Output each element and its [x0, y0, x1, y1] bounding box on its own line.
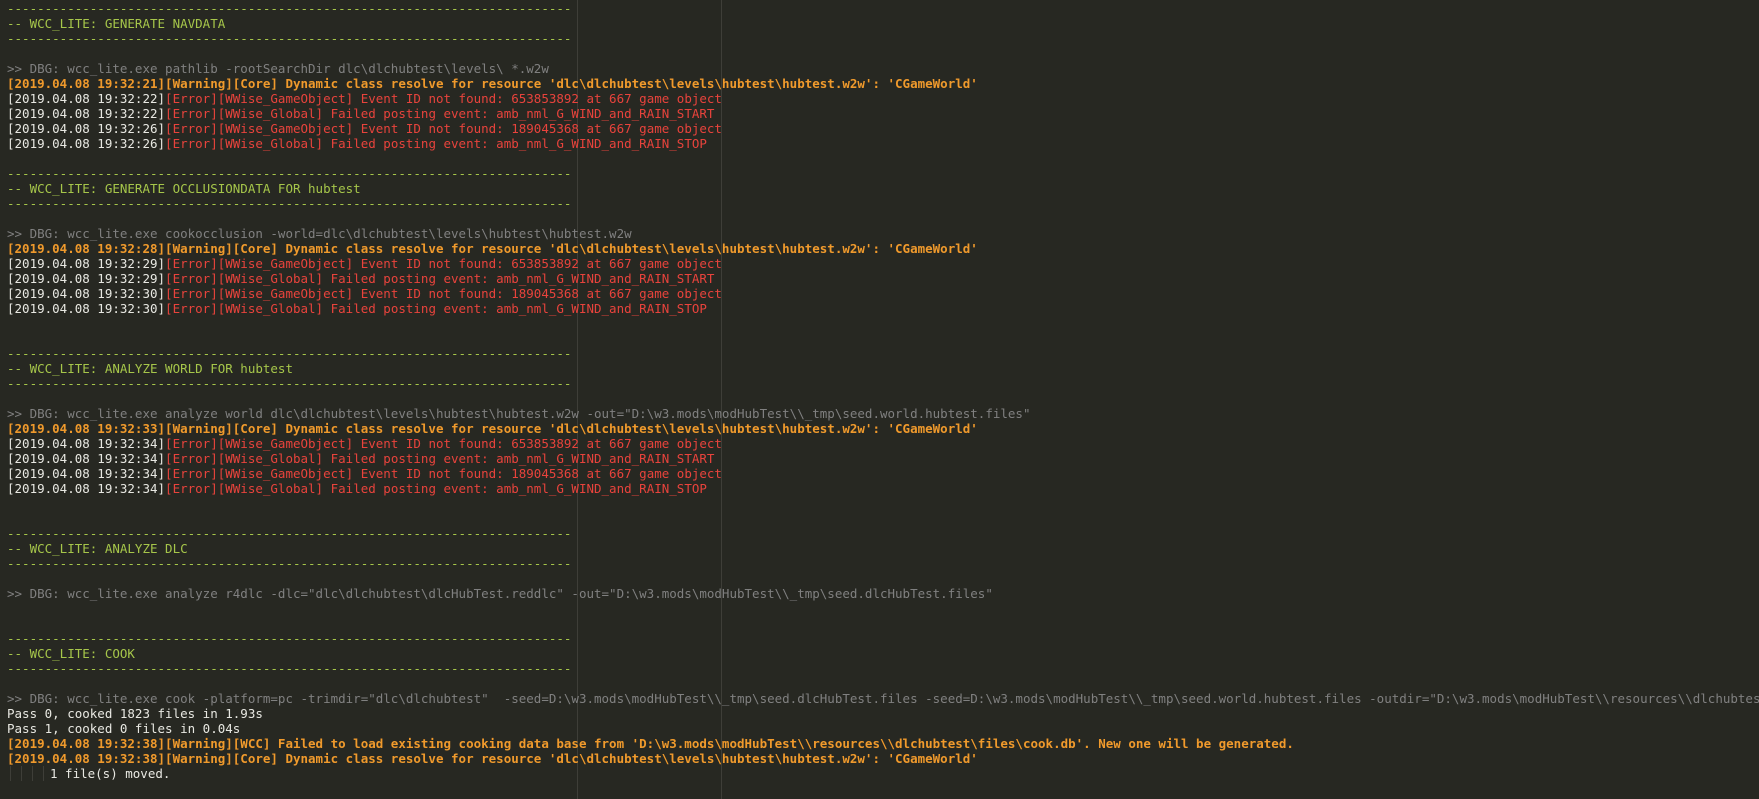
log-line-output: Pass 0, cooked 1823 files in 1.93s [7, 706, 263, 721]
separator-line: ----------------------------------------… [7, 1, 572, 16]
log-line-error: [2019.04.08 19:32:30][Error][WWise_Globa… [0, 301, 1759, 316]
timestamp: [2019.04.08 19:32:30] [7, 301, 166, 316]
debug-command-line: >> DBG: wcc_lite.exe analyze world dlc\d… [7, 406, 1031, 421]
timestamp: [2019.04.08 19:32:22] [7, 91, 166, 106]
log-line-error: [2019.04.08 19:32:34][Error][WWise_GameO… [0, 436, 1759, 451]
log-line-error: [2019.04.08 19:32:34][Error][WWise_Globa… [0, 481, 1759, 496]
error-message: [Error][WWise_GameObject] Event ID not f… [165, 91, 722, 106]
separator-line: ----------------------------------------… [7, 526, 572, 541]
timestamp: [2019.04.08 19:32:26] [7, 121, 166, 136]
debug-command-line: >> DBG: wcc_lite.exe cookocclusion -worl… [7, 226, 632, 241]
error-message: [Error][WWise_Global] Failed posting eve… [165, 271, 715, 286]
output-message: 1 file(s) moved. [50, 766, 171, 781]
log-line-error: [2019.04.08 19:32:26][Error][WWise_GameO… [0, 121, 1759, 136]
log-line-error: [2019.04.08 19:32:22][Error][WWise_GameO… [0, 91, 1759, 106]
warning-line: [2019.04.08 19:32:38][Warning][WCC] Fail… [7, 736, 1294, 751]
timestamp: [2019.04.08 19:32:22] [7, 106, 166, 121]
timestamp: [2019.04.08 19:32:29] [7, 271, 166, 286]
separator-line: ----------------------------------------… [7, 31, 572, 46]
timestamp: [2019.04.08 19:32:34] [7, 436, 166, 451]
error-message: [Error][WWise_Global] Failed posting eve… [165, 451, 715, 466]
log-line-error: [2019.04.08 19:32:30][Error][WWise_GameO… [0, 286, 1759, 301]
section-heading: -- WCC_LITE: GENERATE NAVDATA [7, 16, 226, 31]
error-message: [Error][WWise_Global] Failed posting eve… [165, 301, 707, 316]
log-line-error: [2019.04.08 19:32:34][Error][WWise_GameO… [0, 466, 1759, 481]
error-message: [Error][WWise_Global] Failed posting eve… [165, 481, 707, 496]
separator-line: ----------------------------------------… [7, 631, 572, 646]
timestamp: [2019.04.08 19:32:30] [7, 286, 166, 301]
error-message: [Error][WWise_GameObject] Event ID not f… [165, 121, 722, 136]
section-heading: -- WCC_LITE: ANALYZE WORLD FOR hubtest [7, 361, 293, 376]
separator-line: ----------------------------------------… [7, 556, 572, 571]
log-line-error: [2019.04.08 19:32:22][Error][WWise_Globa… [0, 106, 1759, 121]
error-message: [Error][WWise_Global] Failed posting eve… [165, 106, 715, 121]
error-message: [Error][WWise_GameObject] Event ID not f… [165, 286, 722, 301]
separator-line: ----------------------------------------… [7, 196, 572, 211]
log-line-error: [2019.04.08 19:32:29][Error][WWise_GameO… [0, 256, 1759, 271]
timestamp: [2019.04.08 19:32:34] [7, 451, 166, 466]
timestamp: [2019.04.08 19:32:34] [7, 481, 166, 496]
section-heading: -- WCC_LITE: GENERATE OCCLUSIONDATA FOR … [7, 181, 361, 196]
debug-command-line: >> DBG: wcc_lite.exe analyze r4dlc -dlc=… [7, 586, 993, 601]
console-output[interactable]: ----------------------------------------… [0, 0, 1759, 799]
separator-line: ----------------------------------------… [7, 376, 572, 391]
console-lines: ----------------------------------------… [0, 1, 1759, 781]
timestamp: [2019.04.08 19:32:34] [7, 466, 166, 481]
separator-line: ----------------------------------------… [7, 166, 572, 181]
warning-line: [2019.04.08 19:32:21][Warning][Core] Dyn… [7, 76, 978, 91]
error-message: [Error][WWise_GameObject] Event ID not f… [165, 466, 722, 481]
separator-line: ----------------------------------------… [7, 346, 572, 361]
section-heading: -- WCC_LITE: COOK [7, 646, 135, 661]
log-line-output: Pass 1, cooked 0 files in 0.04s [7, 721, 241, 736]
timestamp: [2019.04.08 19:32:29] [7, 256, 166, 271]
separator-line: ----------------------------------------… [7, 661, 572, 676]
log-line-error: [2019.04.08 19:32:34][Error][WWise_Globa… [0, 451, 1759, 466]
section-heading: -- WCC_LITE: ANALYZE DLC [7, 541, 188, 556]
log-line-output: 1 file(s) moved. [0, 766, 1759, 781]
warning-line: [2019.04.08 19:32:33][Warning][Core] Dyn… [7, 421, 978, 436]
log-line-error: [2019.04.08 19:32:29][Error][WWise_Globa… [0, 271, 1759, 286]
warning-line: [2019.04.08 19:32:28][Warning][Core] Dyn… [7, 241, 978, 256]
error-message: [Error][WWise_GameObject] Event ID not f… [165, 256, 722, 271]
error-message: [Error][WWise_Global] Failed posting eve… [165, 136, 707, 151]
error-message: [Error][WWise_GameObject] Event ID not f… [165, 436, 722, 451]
debug-command-line: >> DBG: wcc_lite.exe pathlib -rootSearch… [7, 61, 549, 76]
warning-line: [2019.04.08 19:32:38][Warning][Core] Dyn… [7, 751, 978, 766]
timestamp: [2019.04.08 19:32:26] [7, 136, 166, 151]
indent-guides [0, 766, 47, 781]
log-line-error: [2019.04.08 19:32:26][Error][WWise_Globa… [0, 136, 1759, 151]
debug-command-line: >> DBG: wcc_lite.exe cook -platform=pc -… [7, 691, 1759, 706]
